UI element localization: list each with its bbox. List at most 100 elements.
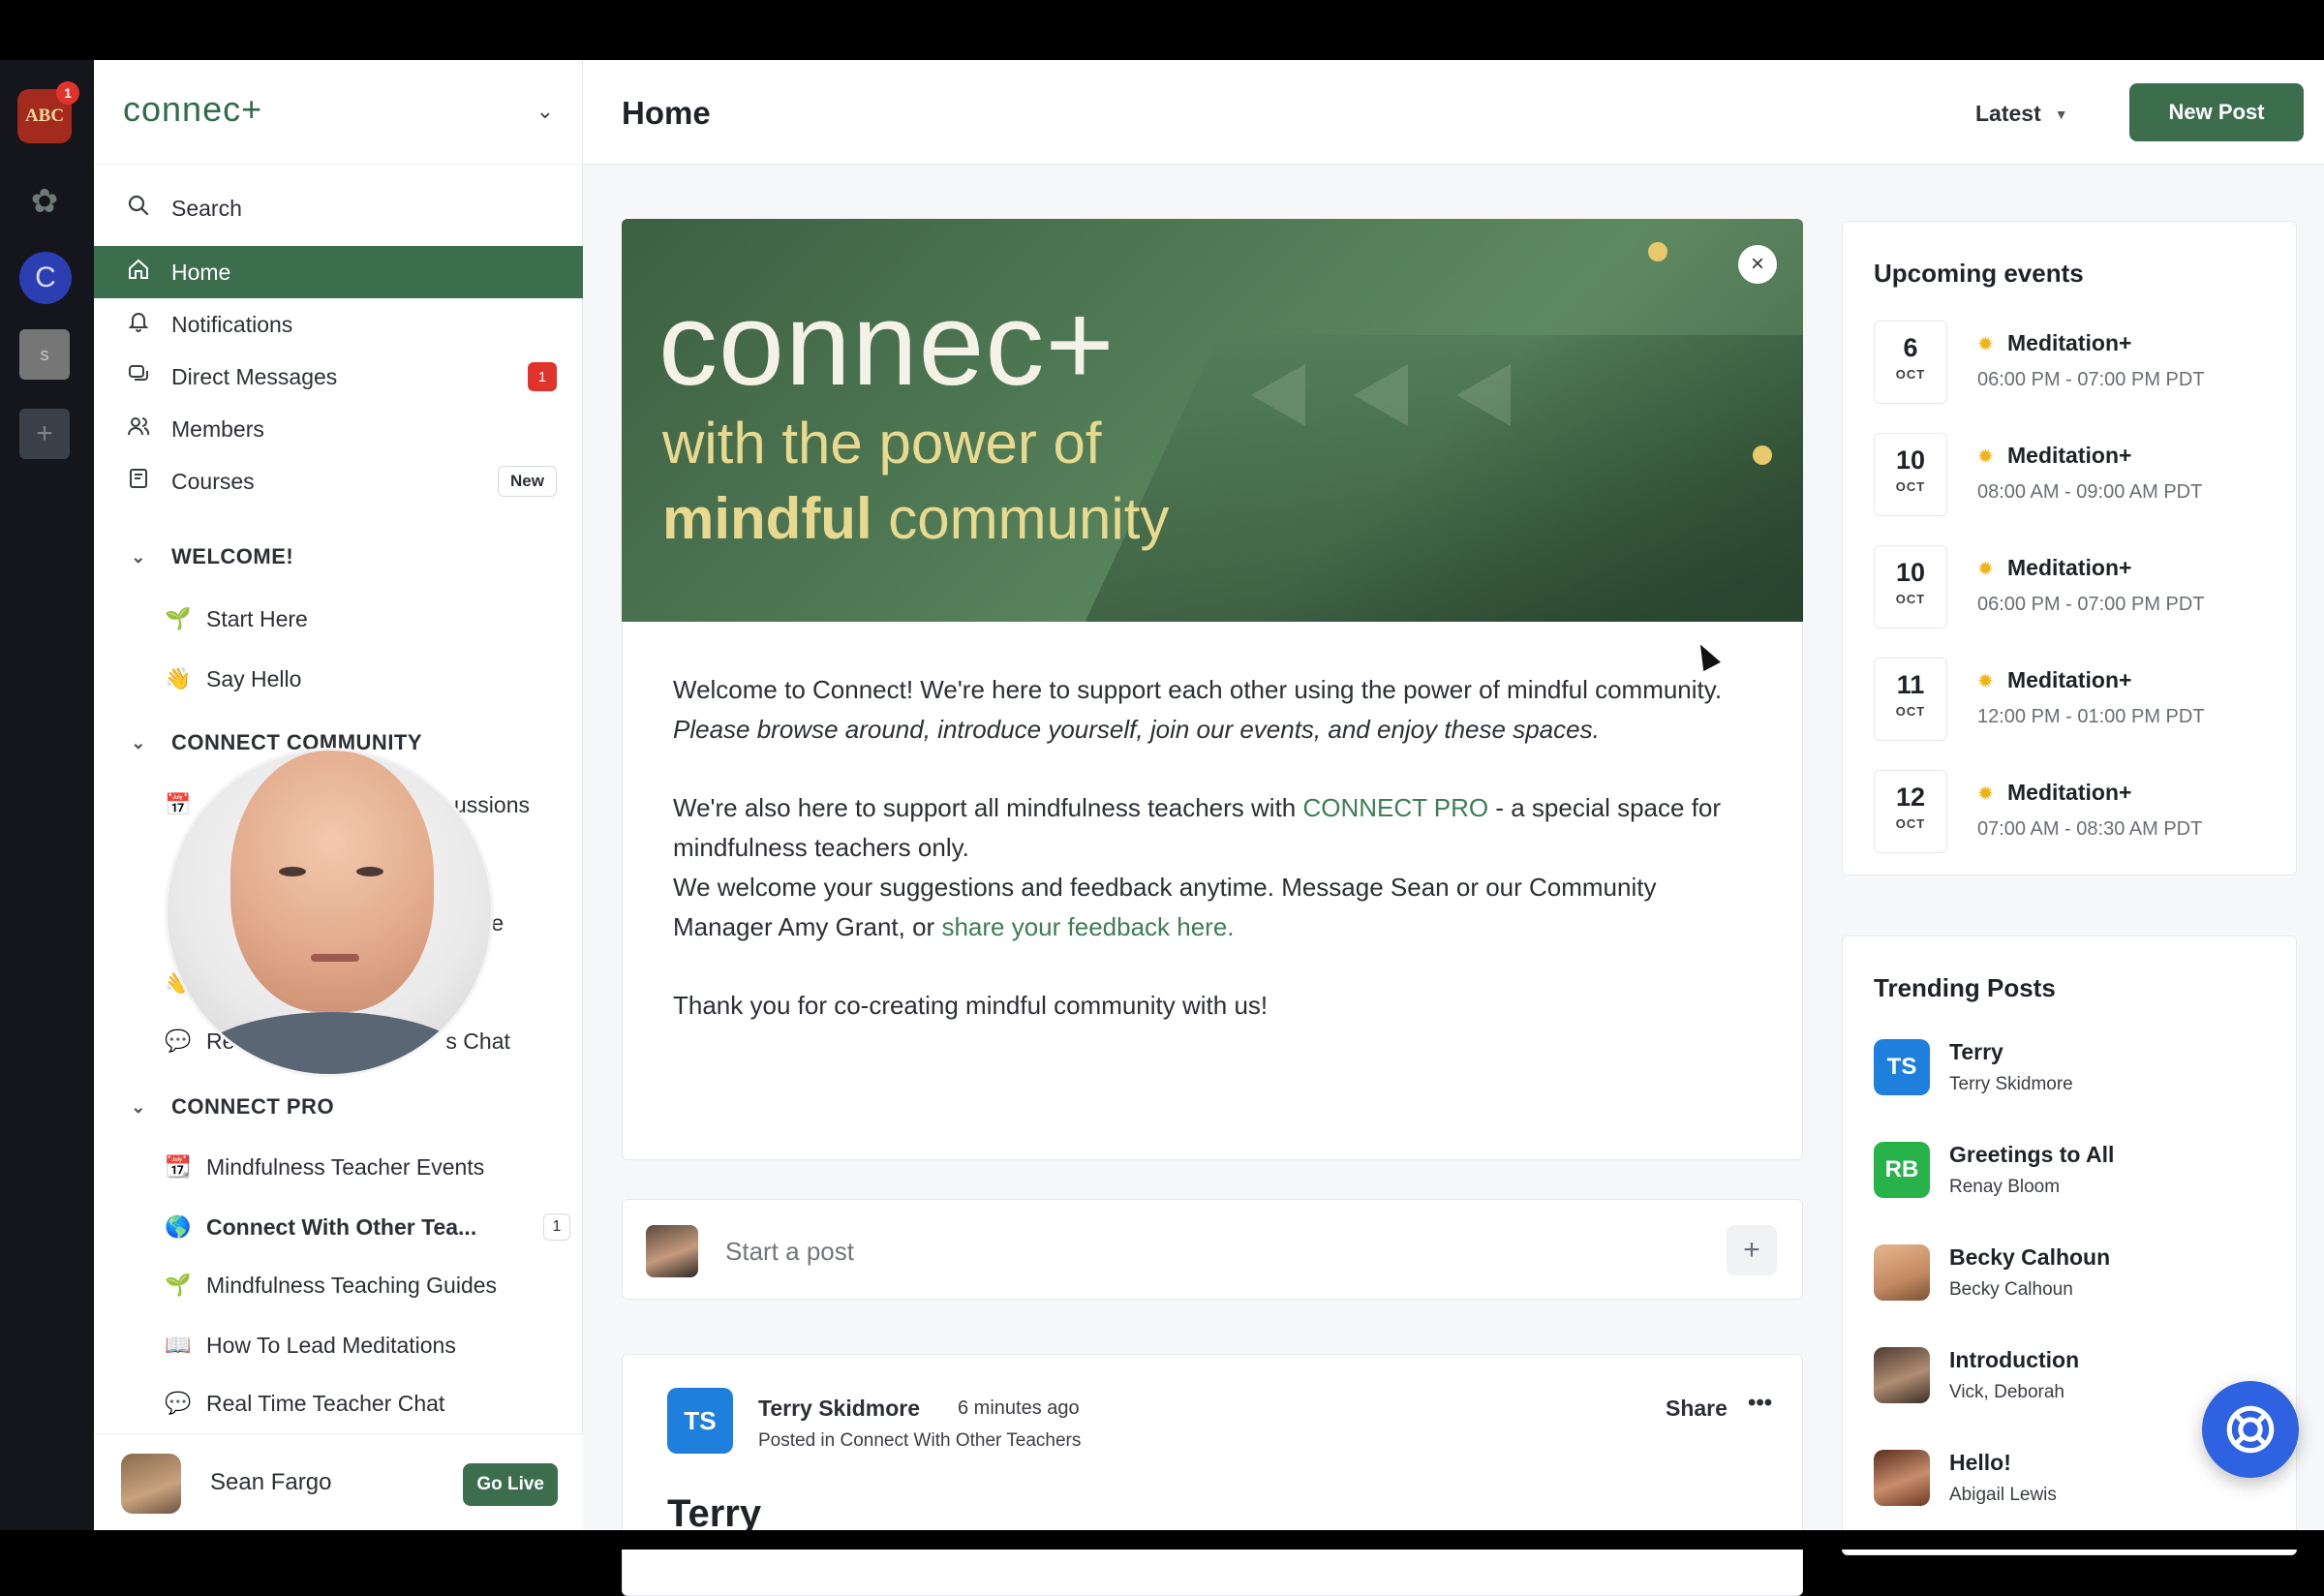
banner-dot [1753, 445, 1772, 465]
trending-post-title: Greetings to All [1949, 1142, 2115, 1167]
current-user[interactable]: Sean Fargo Go Live [94, 1433, 583, 1530]
event-month: OCT [1895, 479, 1926, 494]
plus-icon[interactable]: + [1727, 1225, 1777, 1275]
welcome-banner: connec+ with the power of mindful commun… [622, 219, 1803, 622]
sidebar-item-notifications[interactable]: Notifications [94, 298, 583, 351]
event-time: 06:00 PM - 07:00 PM PDT [1977, 594, 2205, 615]
feedback-link[interactable]: share your feedback here. [941, 912, 1234, 941]
sidebar-item-courses[interactable]: Courses New [94, 455, 583, 507]
workspace-abc[interactable]: ABC 1 [17, 81, 79, 143]
webcam-eye [279, 867, 306, 876]
trending-post-title: Becky Calhoun [1949, 1244, 2111, 1270]
webcam-face [230, 751, 434, 1012]
brand-switcher[interactable]: connec+ ⌄ [94, 60, 583, 165]
add-workspace-button[interactable]: + [19, 409, 70, 459]
workspace-c[interactable]: C [19, 252, 72, 304]
trending-post-author: Renay Bloom [1949, 1177, 2061, 1197]
section-connect-community-toggle[interactable]: ⌄ CONNECT COMMUNITY [123, 730, 422, 755]
user-name: Sean Fargo [210, 1469, 332, 1495]
page-title: Home [622, 95, 711, 131]
lotus-icon[interactable]: ✿ [17, 174, 72, 229]
event-item[interactable]: 10 OCT ✹ Meditation+ 06:00 PM - 07:00 PM … [1874, 545, 2280, 642]
trending-post[interactable]: Becky Calhoun Becky Calhoun [1874, 1244, 2280, 1322]
trending-post-title: Introduction [1949, 1347, 2080, 1372]
welcome-paragraph-2: We're also here to support all mindfulne… [673, 788, 1758, 868]
channel-mindfulness-teaching-guides[interactable]: 🌱 Mindfulness Teaching Guides [164, 1261, 570, 1309]
sort-dropdown[interactable]: Latest ▼ [1975, 101, 2068, 127]
search-icon [123, 194, 154, 224]
new-badge: New [498, 466, 557, 497]
event-item[interactable]: 11 OCT ✹ Meditation+ 12:00 PM - 01:00 PM … [1874, 658, 2280, 754]
welcome-paragraph-1: Welcome to Connect! We're here to suppor… [673, 670, 1758, 750]
section-welcome-toggle[interactable]: ⌄ WELCOME! [123, 544, 293, 569]
avatar[interactable]: TS [667, 1388, 733, 1454]
sidebar-item-label: Members [171, 415, 264, 442]
channel-start-here[interactable]: 🌱 Start Here [164, 595, 570, 643]
section-connect-pro-toggle[interactable]: ⌄ CONNECT PRO [123, 1094, 334, 1120]
trending-post[interactable]: TS Terry Terry Skidmore [1874, 1039, 2280, 1117]
close-icon[interactable]: × [1738, 245, 1777, 284]
sidebar-item-search[interactable]: Search [94, 182, 583, 234]
webcam-shirt [187, 1012, 477, 1074]
workspace-s[interactable]: s [19, 329, 70, 380]
channel-label: Connect With Other Tea... [206, 1213, 477, 1240]
sidebar-item-direct-messages[interactable]: Direct Messages 1 [94, 351, 583, 403]
welcome-paragraph-4: Thank you for co-creating mindful commun… [673, 991, 1269, 1020]
unread-badge: 1 [528, 362, 557, 391]
event-month: OCT [1895, 592, 1926, 606]
channel-real-time-teacher-chat[interactable]: 💬 Real Time Teacher Chat [164, 1379, 570, 1427]
workspace-rail: ABC 1 ✿ C s + [0, 60, 94, 1530]
event-name: Meditation+ [2007, 443, 2132, 468]
more-options-icon[interactable]: ••• [1748, 1390, 1772, 1417]
share-button[interactable]: Share [1666, 1396, 1728, 1422]
event-date: 6 OCT [1874, 321, 1947, 404]
channel-label: ussions [454, 791, 530, 817]
banner-logo: connec+ [658, 278, 1116, 410]
lifebuoy-icon [2226, 1405, 2275, 1454]
event-item[interactable]: 6 OCT ✹ Meditation+ 06:00 PM - 07:00 PM P… [1874, 321, 2280, 417]
banner-triangle [1354, 364, 1408, 426]
event-time: 08:00 AM - 09:00 AM PDT [1977, 481, 2203, 503]
trending-post[interactable]: RB Greetings to All Renay Bloom [1874, 1142, 2280, 1219]
banner-triangle [1456, 364, 1511, 426]
avatar [1874, 1347, 1930, 1403]
event-item[interactable]: 10 OCT ✹ Meditation+ 08:00 AM - 09:00 AM … [1874, 433, 2280, 530]
help-button[interactable] [2202, 1381, 2299, 1478]
section-title: CONNECT PRO [171, 1094, 335, 1119]
sidebar-item-label: Search [171, 195, 242, 221]
sidebar-item-label: Courses [171, 468, 255, 494]
sidebar-item-home[interactable]: Home [94, 246, 583, 298]
screen-bottom-letterbox [0, 1530, 2324, 1550]
sidebar-item-members[interactable]: Members [94, 403, 583, 455]
chevron-down-icon: ⌄ [131, 1096, 146, 1117]
workspace-s-label: s [40, 344, 49, 364]
composer-placeholder[interactable]: Start a post [725, 1237, 854, 1267]
avatar [1874, 1244, 1930, 1301]
event-day: 12 [1895, 783, 1926, 812]
channel-say-hello[interactable]: 👋 Say Hello [164, 655, 570, 703]
event-name: Meditation+ [2007, 780, 2132, 805]
new-post-button[interactable]: New Post [2129, 83, 2304, 141]
messages-icon [123, 362, 154, 392]
go-live-button[interactable]: Go Live [463, 1463, 558, 1506]
channel-mindfulness-teacher-events[interactable]: 📆 Mindfulness Teacher Events [164, 1143, 570, 1191]
connect-pro-link[interactable]: CONNECT PRO [1302, 793, 1488, 822]
event-name: Meditation+ [2007, 667, 2132, 692]
channel-how-to-lead-meditations[interactable]: 📖 How To Lead Meditations [164, 1321, 570, 1369]
event-item[interactable]: 12 OCT ✹ Meditation+ 07:00 AM - 08:30 AM … [1874, 770, 2280, 867]
panel-title: Upcoming events [1874, 259, 2084, 288]
sort-value: Latest [1975, 101, 2041, 126]
calendar-icon: 📆 [165, 1154, 192, 1179]
avatar [121, 1454, 181, 1514]
post-author[interactable]: Terry Skidmore [758, 1396, 920, 1422]
panel-title: Trending Posts [1874, 973, 2056, 1002]
banner-triangle [1251, 364, 1305, 426]
avatar: TS [1874, 1039, 1930, 1095]
event-date: 11 OCT [1874, 658, 1947, 741]
sidebar-item-label: Notifications [171, 311, 293, 337]
brand-logo: connec+ [123, 89, 263, 129]
screen-top-letterbox [0, 0, 2324, 60]
channel-connect-with-other-teachers[interactable]: 🌎 Connect With Other Tea... 1 [164, 1203, 570, 1251]
post-composer[interactable]: Start a post + [622, 1199, 1803, 1300]
upcoming-events-panel: Upcoming events 6 OCT ✹ Meditation+ 06:00… [1842, 221, 2297, 875]
